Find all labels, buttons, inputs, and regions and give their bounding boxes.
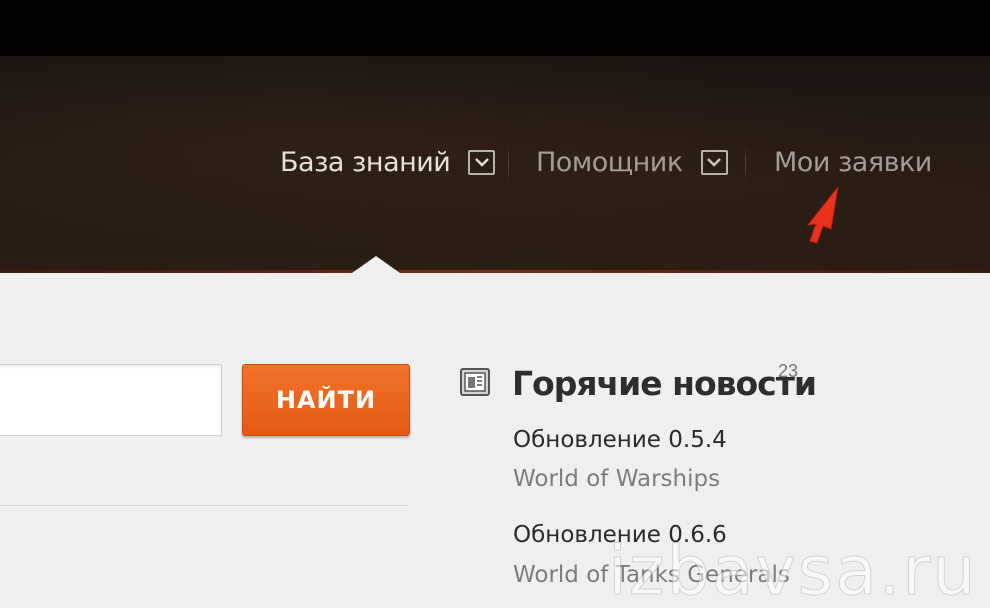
nav-knowledge-base-label: База знаний: [280, 146, 451, 178]
news-item-title[interactable]: Обновление 0.5.4: [513, 427, 727, 453]
search-input[interactable]: [0, 364, 222, 436]
chevron-down-icon[interactable]: [468, 149, 496, 175]
divider: [0, 505, 408, 506]
watermark: izbavsa.ru: [607, 532, 978, 608]
hot-news-count: 23: [778, 361, 799, 381]
chevron-down-icon[interactable]: [700, 149, 728, 175]
nav-my-tickets-label: Мои заявки: [774, 146, 932, 178]
active-tab-pointer: [352, 256, 400, 273]
nav-knowledge-base[interactable]: База знаний: [280, 140, 496, 184]
cursor-arrow-icon: [806, 186, 839, 244]
nav-my-tickets[interactable]: Мои заявки: [774, 140, 932, 184]
news-item-game: World of Warships: [513, 466, 721, 492]
nav-assistant-label: Помощник: [536, 146, 683, 178]
nav-separator: [508, 146, 509, 182]
nav-assistant[interactable]: Помощник: [536, 140, 728, 184]
nav-separator: [745, 146, 746, 182]
top-black-strip: [0, 0, 990, 56]
news-icon: [460, 368, 490, 396]
hot-news-title: Горячие новости: [512, 364, 817, 403]
search-button[interactable]: НАЙТИ: [242, 364, 410, 436]
